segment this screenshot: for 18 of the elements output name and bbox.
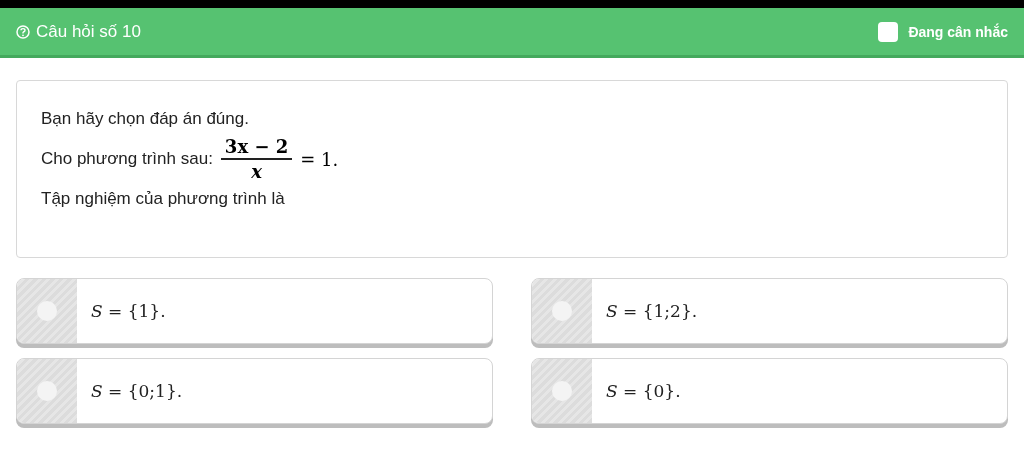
considering-checkbox[interactable]: [878, 21, 899, 42]
fraction-denominator: x: [250, 159, 263, 184]
radio-icon: [552, 381, 572, 401]
equation-tail: = 1.: [300, 148, 339, 170]
equation-intro: Cho phương trình sau:: [41, 149, 213, 170]
radio-icon: [37, 381, 57, 401]
radio-icon: [37, 301, 57, 321]
answer-text: S = {1}.: [90, 301, 166, 321]
fraction-numerator: 3x − 2: [223, 135, 290, 159]
answer-text: S = {1;2}.: [605, 301, 698, 321]
help-icon: [16, 24, 30, 39]
answer-text: S = {0;1}.: [90, 381, 183, 401]
prompt-text: Tập nghiệm của phương trình là: [41, 189, 286, 210]
instruction-text: Bạn hãy chọn đáp án đúng.: [41, 109, 250, 129]
question-title: Câu hỏi số 10: [36, 21, 141, 42]
answer-text: S = {0}.: [605, 381, 681, 401]
radio-icon: [552, 301, 572, 321]
considering-label: Đang cân nhắc: [908, 23, 1008, 40]
